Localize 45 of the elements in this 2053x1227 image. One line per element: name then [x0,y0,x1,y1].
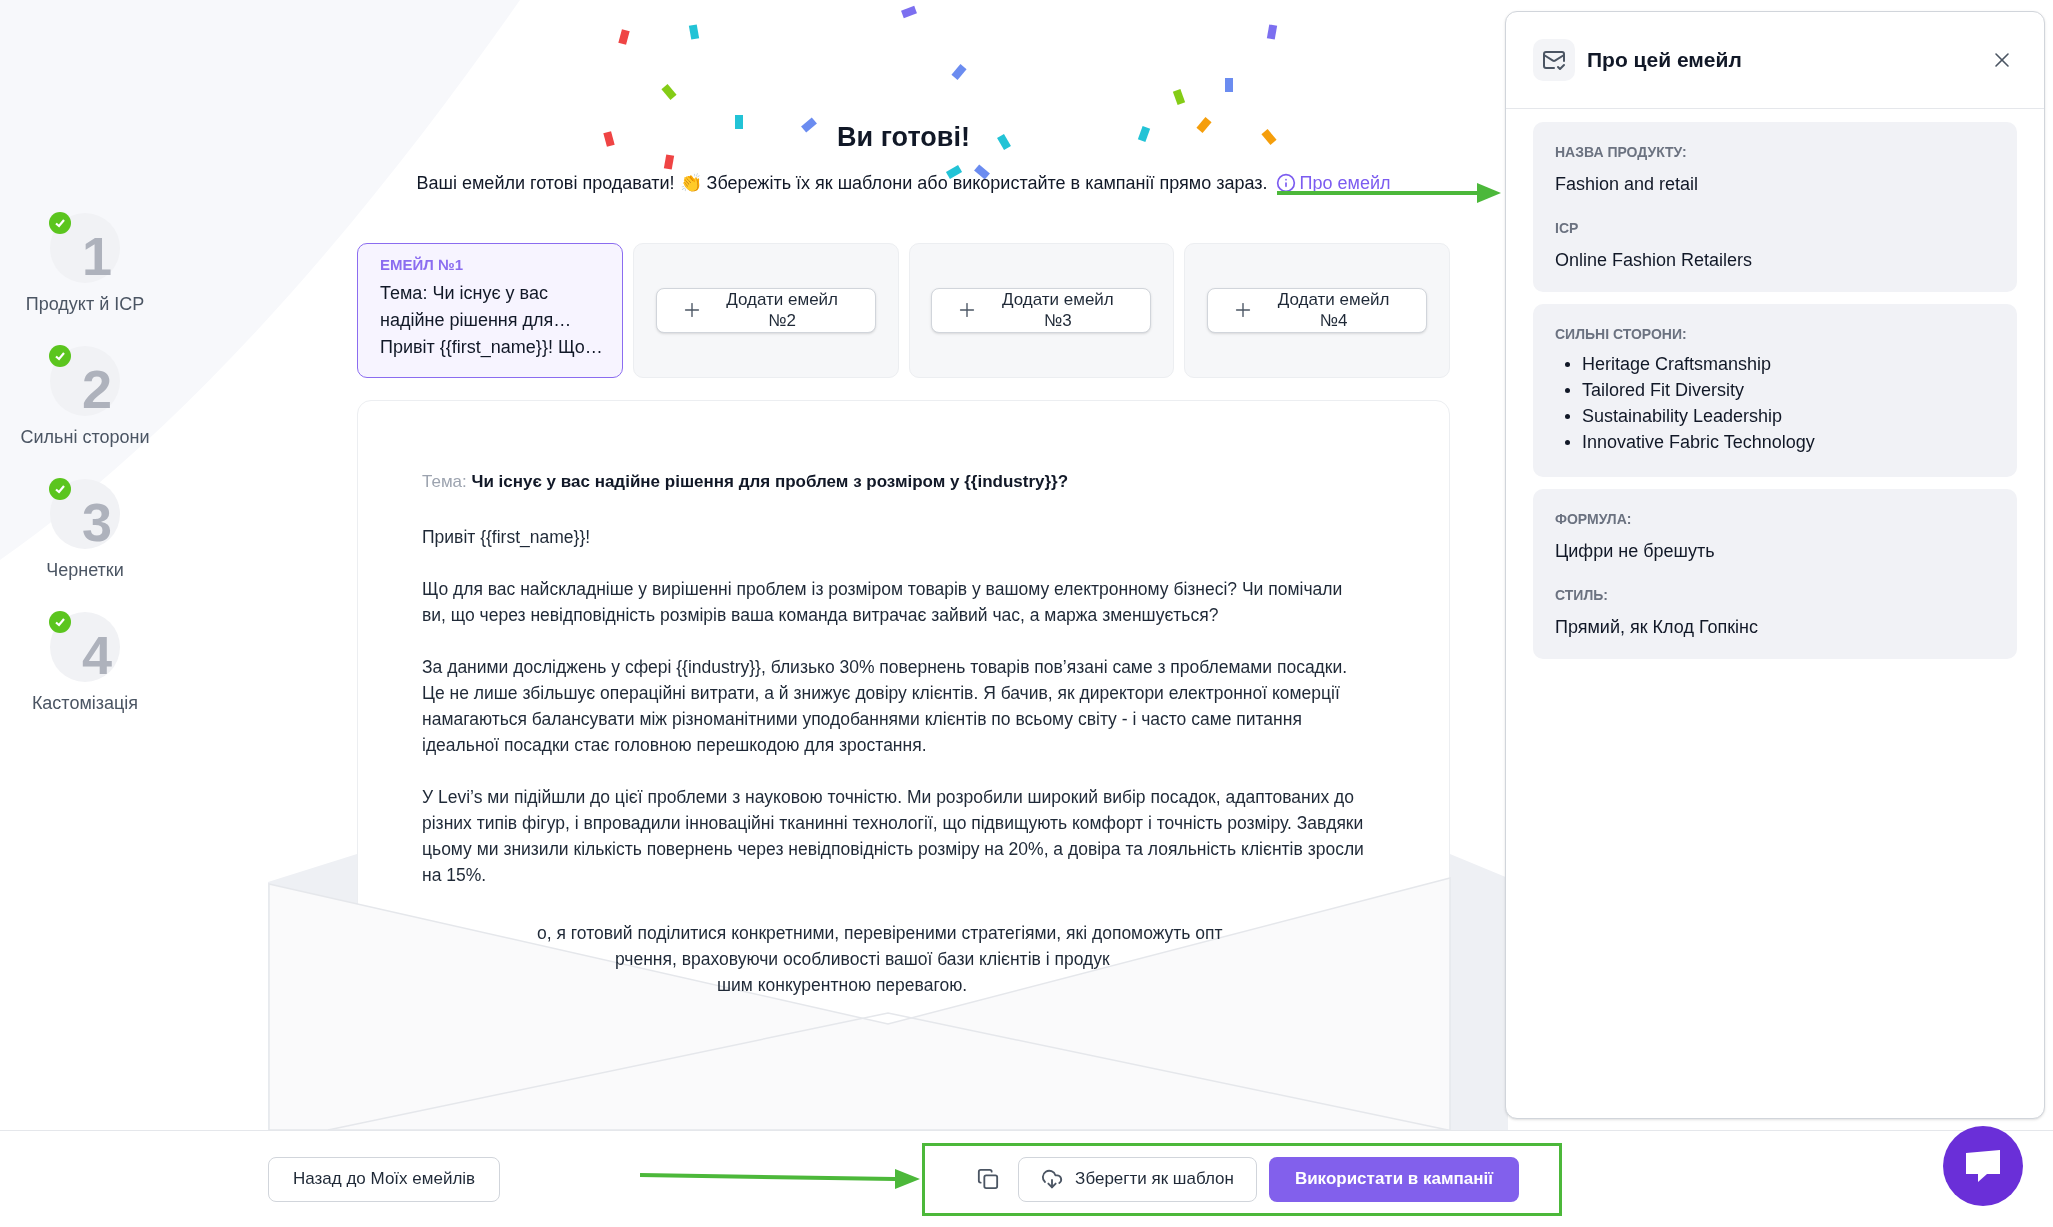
bullet-icon [1565,361,1570,367]
info-icon [1275,173,1296,193]
field-value: Online Fashion Retailers [1555,249,1754,272]
field-value: Прямий, як Клод Гопкінс [1555,616,1760,639]
step-label[interactable]: Продукт й ICP [25,291,145,318]
email-text-line: о, я готовий поділитися конкретними, перевіреними стратегіями, які допоможуть опт [536,922,1223,945]
field-label: СТИЛЬ: [1555,586,1609,605]
use-in-campaign-button[interactable]: Використати в кампанії [1268,1156,1520,1202]
field-value: Цифри не брешуть [1555,540,1716,563]
chat-icon [1963,1148,2003,1184]
email-paragraph: Що для вас найскладніше у вирішенні проблем із розміром товарів у вашому електронному бізнесі? Чи помічали ви, що через невідповідність розмірів ваша команда витрачає зайвий час, а маржа зменшується? [422,578,1344,627]
bullet-icon [1565,439,1570,445]
email-tab[interactable]: ЕМЕЙЛ №1 Тема: Чи існує у вас надійне рішення для… Привіт {{first_name}}! Що… [357,242,623,378]
strength-item: Tailored Fit Diversity [1582,378,1745,402]
strength-item: Heritage Craftsmanship [1582,352,1772,376]
step-label[interactable]: Чернетки [46,557,124,584]
cloud-icon [1041,1168,1064,1190]
field-label: ФОРМУЛА: [1555,510,1633,529]
panel-title: Про цей емейл [1587,47,1743,74]
save-template-button[interactable]: Зберегти як шаблон [1018,1156,1257,1202]
about-email-link[interactable]: Про емейл [1275,169,1391,197]
email-text-line: шим конкурентною перевагою. [716,974,969,997]
email-paragraph: Привіт {{first_name}}! [422,526,592,550]
strength-item: Sustainability Leadership [1582,404,1783,428]
back-button[interactable]: Назад до Моїх емейлів [268,1156,501,1202]
email-paragraph: За даними досліджень у сфері {{industry}}, близько 30% повернень товарів пов’язані саме з проблемами посадки. Це не лише збільшує операційні витрати, а й знижує довіру клієнтів. Я бачив, як директори електронної комерції намагаються балансувати між різноманітними уподобаннями клієнтів по всьому світу - і часто саме питання ідеальної посадки стає головною перешкодою для зростання. [422,656,1349,757]
page-title: Ви готові! [837,121,970,154]
bullet-icon [1565,387,1570,393]
field-value: Fashion and retail [1555,173,1700,196]
email-text-line: рчення, враховуючи особливості вашої бази клієнтів і продук [614,948,1111,971]
mail-info-icon [1533,39,1575,81]
email-paragraph: У Levi’s ми підійшли до цієї проблеми з науковою точністю. Ми розробили широкий вибір посадок, адаптованих до різних типів фігур, і впровадили інноваційні тканинні технології, що підвищують комфорт і точність розміру. Завдяки цьому ми знизили кількість повернень через невідповідність розміру на 20%, а довіра та лояльність клієнтів зросли на 15%. [422,786,1365,887]
email-subject: Тема: Чи існує у вас надійне рішення для проблем з розміром у {{industry}}? [422,470,1070,493]
step-label[interactable]: Кастомізація [31,690,139,717]
field-label: СИЛЬНІ СТОРОНИ: [1555,325,1688,344]
field-label: НАЗВА ПРОДУКТУ: [1555,143,1688,162]
add-email-button[interactable]: Додати емейл №4 [1207,287,1428,333]
strength-item: Innovative Fabric Technology [1582,430,1815,454]
bullet-icon [1565,413,1570,419]
copy-icon [977,1168,1000,1190]
step-label[interactable]: Сильні сторони [20,424,150,451]
add-email-button[interactable]: Додати емейл №2 [655,287,876,333]
field-label: ICP [1555,219,1580,238]
add-email-button[interactable]: Додати емейл №3 [931,287,1152,333]
subtitle: Ваші емейли готові продавати! 👏 Збережіть їх як шаблони або використайте в кампанії прямо зараз. [416,171,1268,195]
